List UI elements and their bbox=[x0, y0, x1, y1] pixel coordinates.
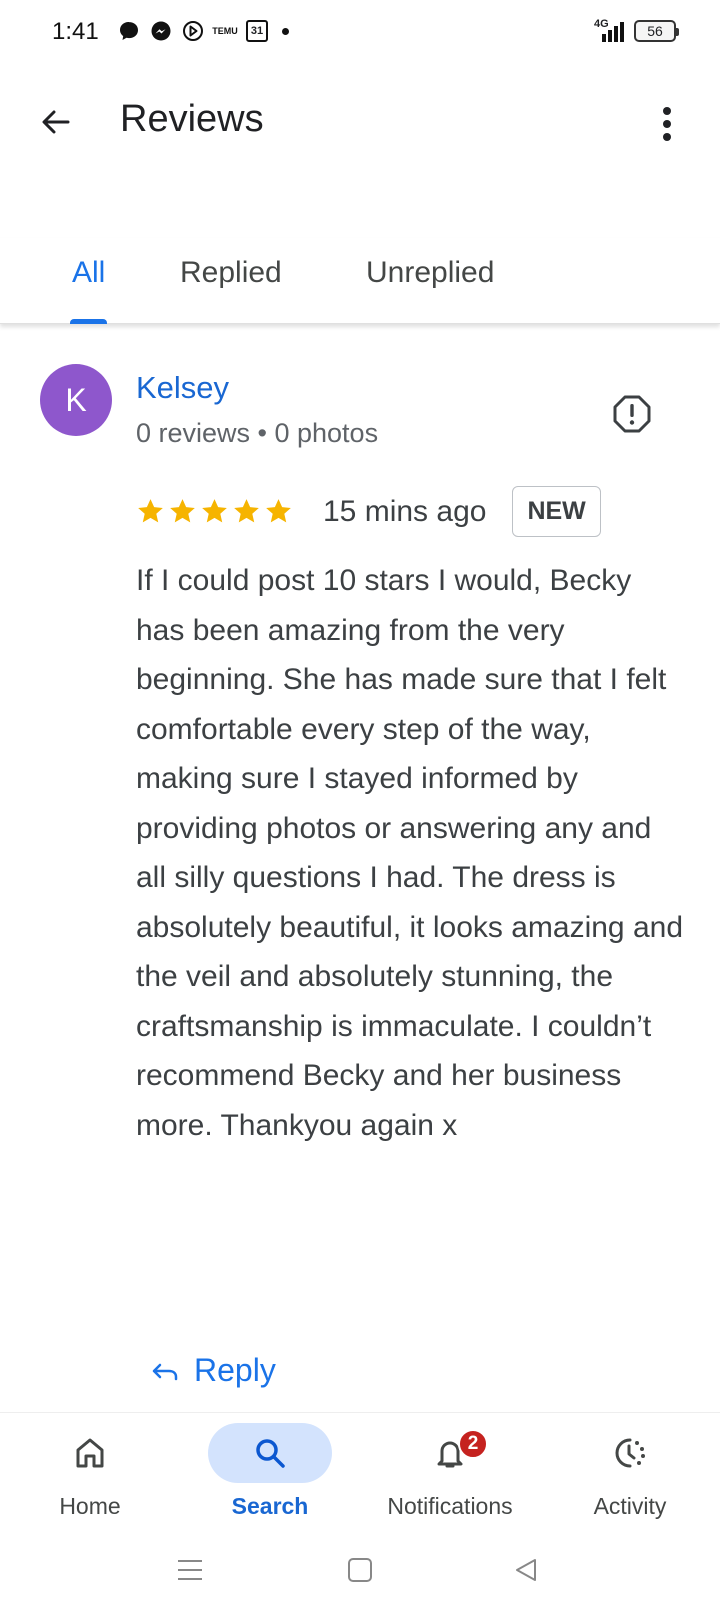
nav-search-label: Search bbox=[231, 1493, 309, 1519]
system-navigation-bar bbox=[0, 1540, 720, 1600]
reply-label: Reply bbox=[194, 1352, 276, 1388]
review-filter-tabs: All Replied Unreplied bbox=[0, 238, 720, 324]
star-icon bbox=[170, 499, 195, 523]
menu-lines-icon bbox=[178, 1560, 202, 1580]
star-icon bbox=[266, 499, 291, 523]
bottom-navigation: Home Search 2 Notifications Activity bbox=[0, 1412, 720, 1522]
status-time: 1:41 bbox=[52, 18, 99, 45]
home-system-button[interactable] bbox=[340, 1550, 380, 1590]
avatar[interactable]: K bbox=[40, 364, 112, 436]
home-icon bbox=[76, 1438, 104, 1468]
nav-search[interactable]: Search bbox=[185, 1423, 355, 1523]
reviewer-name[interactable]: Kelsey bbox=[136, 370, 229, 406]
star-icon bbox=[202, 499, 227, 523]
square-icon bbox=[348, 1558, 372, 1582]
recents-button[interactable] bbox=[170, 1550, 210, 1590]
back-system-button[interactable] bbox=[506, 1550, 546, 1590]
triangle-back-icon bbox=[516, 1559, 536, 1581]
arrow-left-icon bbox=[42, 110, 70, 134]
more-notifications-dot bbox=[282, 27, 289, 35]
tab-unreplied[interactable]: Unreplied bbox=[366, 256, 494, 324]
new-badge: NEW bbox=[512, 486, 601, 537]
system-status-icons: 4G 56 bbox=[594, 18, 679, 42]
signal-icon: 4G bbox=[594, 18, 624, 42]
nav-notifications[interactable]: 2 Notifications bbox=[365, 1423, 535, 1523]
review-text: If I could post 10 stars I would, Becky … bbox=[136, 564, 684, 1142]
more-vert-icon bbox=[663, 107, 671, 141]
page-title: Reviews bbox=[120, 98, 264, 140]
reply-button[interactable]: Reply bbox=[150, 1352, 276, 1389]
star-icon bbox=[234, 499, 259, 523]
status-bar: 1:41 TEMU 31 4G 56 bbox=[0, 0, 720, 66]
notification-icons: TEMU 31 bbox=[118, 20, 289, 42]
star-icon bbox=[138, 499, 163, 523]
activity-icon bbox=[615, 1438, 645, 1468]
play-circle-icon bbox=[182, 20, 204, 42]
more-options-button[interactable] bbox=[652, 102, 682, 146]
report-review-button[interactable] bbox=[612, 394, 652, 434]
calendar-icon: 31 bbox=[246, 20, 268, 42]
temu-icon: TEMU bbox=[212, 25, 238, 36]
star-rating bbox=[136, 497, 293, 526]
notification-count-badge: 2 bbox=[458, 1429, 488, 1459]
nav-notifications-label: Notifications bbox=[387, 1493, 513, 1519]
rating-row: 15 mins ago NEW bbox=[136, 486, 601, 537]
tab-replied[interactable]: Replied bbox=[180, 256, 282, 324]
review-time: 15 mins ago bbox=[323, 494, 487, 528]
nav-activity-label: Activity bbox=[593, 1493, 667, 1519]
battery-icon: 56 bbox=[634, 20, 679, 42]
back-button[interactable] bbox=[34, 100, 78, 144]
tab-all[interactable]: All bbox=[69, 256, 108, 324]
nav-home-label: Home bbox=[59, 1493, 121, 1519]
reply-icon bbox=[152, 1363, 178, 1380]
nav-home[interactable]: Home bbox=[5, 1423, 175, 1523]
app-bar: Reviews bbox=[0, 80, 720, 160]
nav-activity[interactable]: Activity bbox=[545, 1423, 715, 1523]
search-icon bbox=[256, 1439, 285, 1468]
chat-bubble-icon bbox=[118, 20, 140, 42]
reviewer-meta: 0 reviews • 0 photos bbox=[136, 418, 379, 448]
report-icon bbox=[613, 395, 651, 433]
messenger-icon bbox=[150, 20, 172, 42]
